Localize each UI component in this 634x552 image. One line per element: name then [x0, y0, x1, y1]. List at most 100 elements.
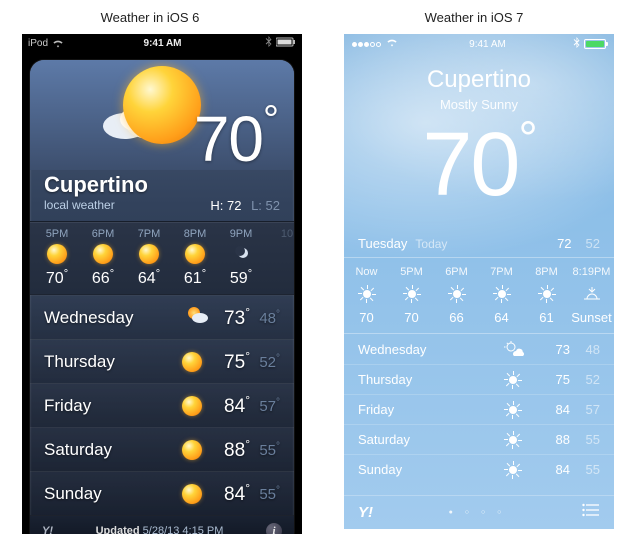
sun-icon	[448, 285, 466, 303]
hourly-cell: 10	[264, 228, 294, 288]
daily-high: 75°	[212, 349, 250, 374]
sun-icon	[493, 285, 511, 303]
today-weekday: Tuesday	[358, 236, 407, 251]
weekday-label: Sunday	[358, 462, 504, 477]
hour-label: 9PM	[218, 228, 264, 240]
status-bar: 9:41 AM	[344, 34, 614, 52]
today-high: 72	[557, 236, 571, 251]
sky-area: 70°	[30, 60, 294, 170]
bluetooth-icon	[573, 37, 580, 51]
signal-icon	[352, 39, 382, 50]
hour-label: 6PM	[434, 266, 479, 278]
hour-label: 8PM	[172, 228, 218, 240]
weekday-label: Sunday	[44, 484, 182, 504]
yahoo-icon[interactable]: Y!	[358, 504, 373, 521]
daily-low: 57	[570, 402, 600, 417]
daily-high: 84	[534, 402, 570, 417]
daily-high: 73°	[212, 305, 250, 330]
status-bar: iPod 9:41 AM	[22, 34, 302, 52]
hourly-cell: 6PM 66°	[80, 228, 126, 288]
daily-high: 75	[534, 372, 570, 387]
hour-temp: 66°	[80, 268, 126, 288]
weather-card: 70° Cupertino local weather H: 72 L: 52 …	[30, 60, 294, 534]
subtitle: local weather	[44, 198, 115, 213]
carrier-label: iPod	[28, 38, 48, 49]
ios7-screen: 9:41 AM Cupertino Mostly Sunny 70° Tuesd…	[344, 34, 614, 529]
weekday-label: Saturday	[358, 432, 504, 447]
daily-low: 48°	[250, 309, 280, 327]
partly-cloudy-icon	[185, 305, 209, 325]
high-temp: H: 72	[210, 198, 241, 213]
battery-icon	[276, 37, 296, 50]
hour-temp: 64	[479, 310, 524, 325]
battery-icon	[584, 39, 606, 49]
daily-high: 88°	[212, 437, 250, 462]
bluetooth-icon	[265, 36, 272, 50]
hour-label: 7PM	[479, 266, 524, 278]
hour-label: 6PM	[80, 228, 126, 240]
sun-icon	[504, 401, 522, 419]
daily-row: Friday 84 57	[344, 394, 614, 424]
daily-forecast[interactable]: Wednesday 73 48 Thursday 75 52 Friday 84…	[344, 334, 614, 484]
hourly-cell: 8PM 61	[524, 266, 569, 325]
daily-low: 55	[570, 432, 600, 447]
hour-temp: Sunset	[569, 310, 614, 325]
hourly-cell: 8:19PM Sunset	[569, 266, 614, 325]
weekday-label: Thursday	[358, 372, 504, 387]
daily-row: Thursday 75° 52°	[30, 339, 294, 383]
sunset-icon	[582, 285, 602, 303]
hour-temp: 70	[344, 310, 389, 325]
sun-icon	[185, 244, 205, 264]
hour-temp: 70°	[34, 268, 80, 288]
daily-row: Thursday 75 52	[344, 364, 614, 394]
page-dots[interactable]: ● ○ ○ ○	[373, 509, 582, 516]
sun-icon	[358, 285, 376, 303]
info-button[interactable]: i	[266, 523, 282, 535]
current-temp: 70°	[344, 116, 614, 210]
daily-row: Friday 84° 57°	[30, 383, 294, 427]
hour-temp: 59°	[218, 268, 264, 288]
daily-low: 52	[570, 372, 600, 387]
daily-low: 48	[570, 342, 600, 357]
sun-icon	[123, 66, 201, 144]
daily-high: 88	[534, 432, 570, 447]
daily-forecast[interactable]: Wednesday 73° 48° Thursday 75° 52° Frida…	[30, 295, 294, 515]
sun-icon	[504, 431, 522, 449]
city-name: Cupertino	[344, 66, 614, 94]
status-time: 9:41 AM	[64, 38, 261, 49]
daily-low: 57°	[250, 397, 280, 415]
caption-ios7: Weather in iOS 7	[334, 10, 614, 25]
hour-temp: 61	[524, 310, 569, 325]
hourly-forecast[interactable]: Now 70 5PM 70 6PM 66 7PM 64 8PM 61 8:19P…	[344, 257, 614, 334]
weekday-label: Friday	[44, 396, 182, 416]
hour-label: Now	[344, 266, 389, 278]
daily-high: 84°	[212, 481, 250, 506]
daily-low: 55°	[250, 441, 280, 459]
daily-row: Wednesday 73 48	[344, 334, 614, 364]
partly-cloudy-icon	[504, 341, 534, 357]
condition-label: Mostly Sunny	[344, 97, 614, 112]
card-footer: Y! Updated 5/28/13 4:15 PM i	[30, 515, 294, 534]
sun-icon	[504, 461, 522, 479]
list-button[interactable]	[582, 503, 600, 522]
hour-label: 8PM	[524, 266, 569, 278]
daily-low: 55°	[250, 485, 280, 503]
daily-high: 84	[534, 462, 570, 477]
hour-temp: 66	[434, 310, 479, 325]
daily-row: Sunday 84 55	[344, 454, 614, 484]
hour-temp: 70	[389, 310, 434, 325]
hourly-cell: 7PM 64	[479, 266, 524, 325]
hourly-cell: 6PM 66	[434, 266, 479, 325]
hourly-forecast[interactable]: 5PM 70° 6PM 66° 7PM 64° 8PM 61° 9PM 59° …	[30, 221, 294, 295]
updated-label: Updated 5/28/13 4:15 PM	[53, 525, 266, 535]
sun-icon	[139, 244, 159, 264]
sun-icon	[182, 484, 202, 504]
sun-icon	[182, 352, 202, 372]
hour-label: 8:19PM	[569, 266, 614, 278]
yahoo-icon[interactable]: Y!	[42, 525, 53, 535]
city-name: Cupertino	[44, 172, 148, 198]
sun-icon	[93, 244, 113, 264]
ios6-screen: iPod 9:41 AM 70° Cupertino local weather…	[22, 34, 302, 534]
hourly-cell: 9PM 59°	[218, 228, 264, 288]
hour-temp: 61°	[172, 268, 218, 288]
